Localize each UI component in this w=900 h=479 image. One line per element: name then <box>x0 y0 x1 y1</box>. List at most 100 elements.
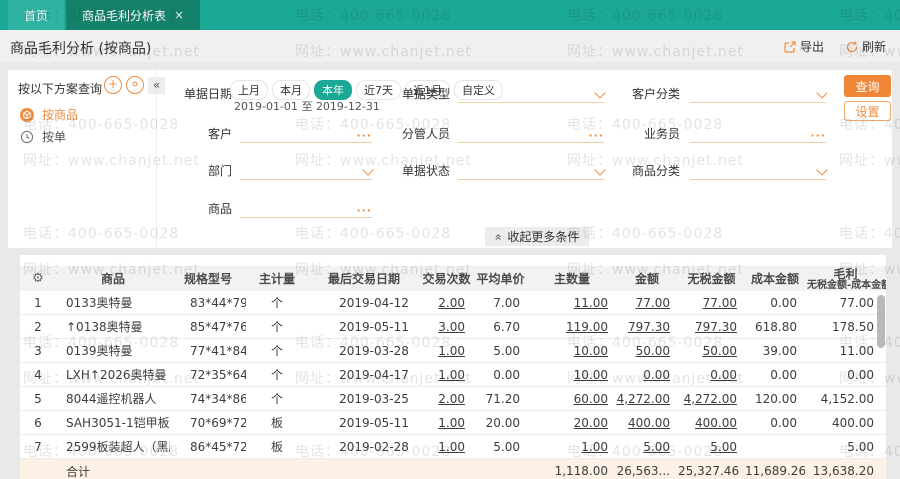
cell-4: 2019-05-11 <box>308 410 420 435</box>
tab-product-profit[interactable]: 商品毛利分析表 × <box>66 0 201 30</box>
filter-field-5[interactable] <box>240 161 374 180</box>
ellipsis-picker-icon[interactable]: ··· <box>356 130 372 141</box>
cell-1: ↑0138奥特曼 <box>56 314 170 339</box>
cell-5[interactable]: 1.00 <box>420 338 473 363</box>
filter-field-6[interactable] <box>458 161 606 180</box>
total-cell-6 <box>473 458 528 479</box>
chevron-down-icon[interactable] <box>362 164 374 178</box>
cell-5[interactable]: 1.00 <box>420 434 473 459</box>
cell-5[interactable]: 3.00 <box>420 314 473 339</box>
cell-9[interactable]: 5.00 <box>678 434 745 459</box>
cell-5[interactable]: 2.00 <box>420 386 473 411</box>
date-option-上月[interactable]: 上月 <box>230 80 268 100</box>
table-row: 3 0139奥特曼 77*41*84 个 2019-03-28 1.00 5.00 10.00… <box>20 338 886 363</box>
cell-8[interactable]: 400.00 <box>616 410 678 435</box>
filter-field-2[interactable]: ··· <box>240 124 372 143</box>
cell-11: 400.00 <box>805 410 886 435</box>
tab-close-icon[interactable]: × <box>174 8 184 22</box>
cell-7[interactable]: 11.00 <box>528 291 616 315</box>
cell-11: 4,152.00 <box>805 386 886 411</box>
cell-3: 个 <box>246 386 308 411</box>
cell-4: 2019-03-28 <box>308 338 420 363</box>
cell-7[interactable]: 119.00 <box>528 314 616 339</box>
cell-5[interactable]: 2.00 <box>420 291 473 315</box>
column-header-6: 平均单价 <box>473 266 528 291</box>
filter-field-4[interactable]: ··· <box>690 124 826 143</box>
filter-label-4: 业务员 <box>643 127 680 141</box>
cell-11: 178.50 <box>805 314 886 339</box>
query-button[interactable]: 查询 <box>844 75 891 97</box>
filter-field-0[interactable] <box>458 84 606 103</box>
cell-7[interactable]: 10.00 <box>528 338 616 363</box>
ellipsis-picker-icon[interactable]: ··· <box>356 205 372 216</box>
cell-3: 个 <box>246 362 308 387</box>
cell-8[interactable]: 5.00 <box>616 434 678 459</box>
cell-2: 70*69*72 <box>170 410 246 435</box>
cell-8[interactable]: 0.00 <box>616 362 678 387</box>
cell-7[interactable]: 1.00 <box>528 434 616 459</box>
cell-5[interactable]: 1.00 <box>420 410 473 435</box>
date-option-本月[interactable]: 本月 <box>272 80 310 100</box>
settings-button[interactable]: 设置 <box>844 101 891 121</box>
total-cell-7: 1,118.00 <box>528 458 616 479</box>
cell-9[interactable]: 797.30 <box>678 314 745 339</box>
chevron-down-icon[interactable] <box>816 164 828 178</box>
column-settings-icon[interactable]: ⚙ <box>32 271 44 286</box>
cell-7[interactable]: 20.00 <box>528 410 616 435</box>
cell-7[interactable]: 10.00 <box>528 362 616 387</box>
export-icon <box>784 40 796 53</box>
sidebar-item-by-order[interactable]: 按单 <box>20 128 66 145</box>
cell-8[interactable]: 4,272.00 <box>616 386 678 411</box>
cell-7[interactable]: 60.00 <box>528 386 616 411</box>
cell-5[interactable]: 1.00 <box>420 362 473 387</box>
cell-8[interactable]: 77.00 <box>616 291 678 315</box>
column-header-5: 交易次数 <box>420 266 473 291</box>
filter-label-6: 单据状态 <box>401 164 450 178</box>
cell-11: 77.00 <box>805 291 886 315</box>
filter-field-8[interactable]: ··· <box>240 199 372 218</box>
cell-9[interactable]: 77.00 <box>678 291 745 315</box>
product-icon <box>20 107 34 122</box>
collapse-more-button[interactable]: « 收起更多条件 <box>485 227 590 246</box>
ellipsis-picker-icon[interactable]: ··· <box>588 130 604 141</box>
cell-9[interactable]: 0.00 <box>678 362 745 387</box>
cell-4: 2019-03-25 <box>308 386 420 411</box>
export-button[interactable]: 导出 <box>784 38 824 55</box>
total-cell-0 <box>20 458 56 479</box>
title-bar: 商品毛利分析 (按商品) 导出 刷新 <box>0 30 900 62</box>
table-header-row: ⚙ 商品 规格型号 主计量 最后交易日期 交易次数 平均单价 主数量 金额 无税金额 成本金额 毛利无… <box>20 266 886 291</box>
target-icon[interactable] <box>126 76 144 94</box>
cell-9[interactable]: 4,272.00 <box>678 386 745 411</box>
cell-9[interactable]: 400.00 <box>678 410 745 435</box>
page-title: 商品毛利分析 (按商品) <box>10 41 152 57</box>
cell-1: SAH3051-1铠甲板装1... <box>56 410 170 435</box>
cell-0: 2 <box>20 314 56 339</box>
column-header-1: 商品 <box>56 266 170 291</box>
chevron-down-icon[interactable] <box>816 87 828 101</box>
chevron-down-icon[interactable] <box>594 87 606 101</box>
sidebar-item-by-product[interactable]: 按商品 <box>20 106 78 123</box>
chevron-down-icon[interactable] <box>594 164 606 178</box>
add-scheme-icon[interactable]: + <box>104 76 122 94</box>
cell-1: 8044遥控机器人 <box>56 386 170 411</box>
total-cell-4 <box>308 458 420 479</box>
cell-8[interactable]: 50.00 <box>616 338 678 363</box>
cell-4: 2019-05-11 <box>308 314 420 339</box>
tab-home[interactable]: 首页 <box>8 0 65 30</box>
cell-9[interactable]: 50.00 <box>678 338 745 363</box>
vertical-scrollbar[interactable] <box>877 295 885 348</box>
filter-label-date: 单据日期 <box>183 87 232 101</box>
cell-8[interactable]: 797.30 <box>616 314 678 339</box>
date-option-本年[interactable]: 本年 <box>314 80 352 100</box>
profit-header-subtitle: 无税金额-成本金额 <box>807 279 886 291</box>
ellipsis-picker-icon[interactable]: ··· <box>810 130 826 141</box>
filter-field-1[interactable] <box>690 84 828 103</box>
cell-6: 0.00 <box>473 362 528 387</box>
date-range-text[interactable]: 2019-01-01 至 2019-12-31 <box>234 98 380 114</box>
cell-11: 11.00 <box>805 338 886 363</box>
filter-field-7[interactable] <box>690 161 828 180</box>
refresh-button[interactable]: 刷新 <box>846 38 886 55</box>
filter-field-3[interactable]: ··· <box>458 124 604 143</box>
cell-2: 85*47*76 <box>170 314 246 339</box>
filter-label-1: 客户分类 <box>631 87 680 101</box>
